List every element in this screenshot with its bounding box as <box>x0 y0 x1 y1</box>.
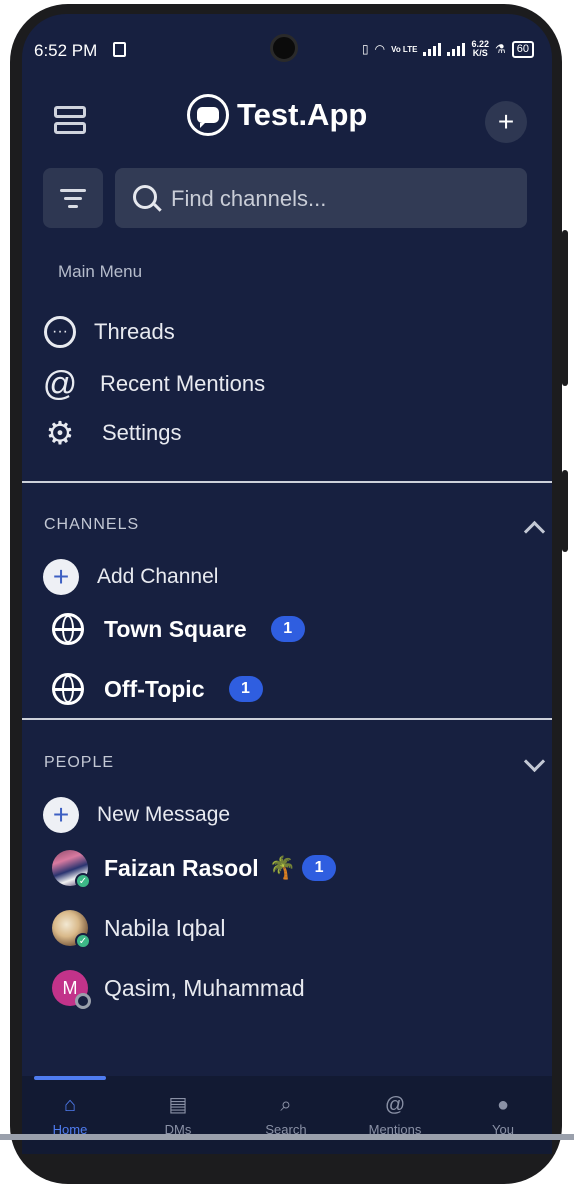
search-icon <box>133 185 157 209</box>
divider <box>22 481 552 483</box>
globe-icon <box>52 613 84 645</box>
threads-icon: ··· <box>44 316 76 348</box>
app-name: Test.App <box>237 97 368 132</box>
vibrate-icon: ▯ <box>361 42 369 56</box>
people-header[interactable]: PEOPLE <box>44 754 114 772</box>
sim-icon <box>113 42 126 57</box>
menu-item-label: Settings <box>102 420 182 445</box>
tab-search[interactable]: ⌕ Search <box>246 1094 326 1137</box>
channel-name: Off-Topic <box>104 675 205 702</box>
online-status-icon: ✓ <box>75 933 91 949</box>
chevron-up-icon[interactable] <box>523 520 546 543</box>
tab-mentions[interactable]: @ Mentions <box>355 1094 435 1137</box>
app-brand: Test.App <box>187 94 367 136</box>
channel-name: Town Square <box>104 615 247 642</box>
channels-header[interactable]: CHANNELS <box>44 516 139 534</box>
servers-icon[interactable] <box>54 106 86 140</box>
avatar-initial: M <box>62 977 78 998</box>
chevron-down-icon[interactable] <box>523 750 546 773</box>
at-sign-icon: @ <box>384 1094 406 1116</box>
new-message-button[interactable]: + New Message <box>43 797 230 833</box>
avatar: M <box>52 970 91 1009</box>
menu-item-recent-mentions[interactable]: @ Recent Mentions <box>42 365 266 403</box>
volume-button <box>562 230 568 386</box>
phone-device: 6:52 PM ▯ ◠ Vo LTE 6.22 K/S ⚗ 60 Test.App… <box>0 0 574 1184</box>
menu-item-settings[interactable]: ⚙ Settings <box>44 415 182 451</box>
add-channel-button[interactable]: + Add Channel <box>43 559 218 595</box>
filter-button[interactable] <box>43 168 103 228</box>
status-time: 6:52 PM <box>34 41 98 60</box>
active-tab-indicator <box>34 1076 106 1080</box>
add-button[interactable]: + <box>485 101 527 143</box>
network-speed: 6.22 K/S <box>471 40 489 58</box>
unread-badge: 1 <box>228 676 263 702</box>
app-logo-icon <box>187 94 229 136</box>
main-menu-label: Main Menu <box>58 262 143 281</box>
signal-icon <box>423 42 442 56</box>
plus-icon: + <box>43 797 79 833</box>
tab-you[interactable]: ● You <box>463 1094 543 1137</box>
search-input[interactable] <box>169 168 513 230</box>
add-channel-label: Add Channel <box>97 565 219 588</box>
plus-icon: + <box>43 559 79 595</box>
menu-item-label: Threads <box>94 319 175 344</box>
at-sign-icon: @ <box>42 365 78 403</box>
battery-icon: 60 <box>511 40 534 58</box>
app-screen: 6:52 PM ▯ ◠ Vo LTE 6.22 K/S ⚗ 60 Test.App… <box>22 14 552 1154</box>
bottom-strip <box>0 1134 574 1140</box>
menu-item-label: Recent Mentions <box>100 371 266 396</box>
gear-icon: ⚙ <box>45 415 75 451</box>
divider <box>22 718 552 720</box>
unread-badge: 1 <box>270 616 305 642</box>
home-icon: ⌂ <box>63 1094 77 1116</box>
volte-label: Vo LTE <box>391 44 418 54</box>
offline-status-icon <box>75 993 91 1009</box>
tab-dms[interactable]: ▤ DMs <box>138 1094 218 1137</box>
power-button <box>562 470 568 552</box>
find-channels-search[interactable] <box>115 168 527 230</box>
person-icon: ● <box>496 1094 510 1116</box>
chat-icon: ▤ <box>168 1094 188 1116</box>
unread-badge: 1 <box>302 855 337 881</box>
wifi-icon: ◠ <box>374 42 386 56</box>
tab-home[interactable]: ⌂ Home <box>30 1094 110 1137</box>
avatar: ✓ <box>52 910 91 949</box>
flask-icon: ⚗ <box>494 42 506 56</box>
signal-icon-2 <box>447 42 466 56</box>
menu-item-threads[interactable]: ··· Threads <box>44 316 175 348</box>
channel-item-town-square[interactable]: Town Square 1 <box>52 613 305 645</box>
person-name: Qasim, Muhammad <box>104 974 305 1001</box>
avatar: ✓ <box>52 850 91 889</box>
dm-item-faizan-rasool[interactable]: ✓ Faizan Rasool 🌴 1 <box>52 850 337 889</box>
globe-icon <box>52 673 84 705</box>
person-name: Nabila Iqbal <box>104 914 226 941</box>
palm-tree-emoji: 🌴 <box>268 855 297 880</box>
person-name: Faizan Rasool <box>104 854 259 881</box>
dm-item-qasim-muhammad[interactable]: M Qasim, Muhammad <box>52 970 305 1009</box>
speed-unit: K/S <box>472 48 488 58</box>
status-icons: ▯ ◠ Vo LTE 6.22 K/S ⚗ 60 <box>362 40 534 58</box>
search-icon: ⌕ <box>280 1094 292 1116</box>
front-camera <box>270 34 298 62</box>
new-message-label: New Message <box>97 803 231 826</box>
dm-item-nabila-iqbal[interactable]: ✓ Nabila Iqbal <box>52 910 226 949</box>
bottom-tab-bar: ⌂ Home ▤ DMs ⌕ Search @ Mentions ● You <box>22 1076 552 1154</box>
online-status-icon: ✓ <box>75 873 91 889</box>
status-bar: 6:52 PM ▯ ◠ Vo LTE 6.22 K/S ⚗ 60 <box>22 14 552 84</box>
channel-item-off-topic[interactable]: Off-Topic 1 <box>52 673 263 705</box>
